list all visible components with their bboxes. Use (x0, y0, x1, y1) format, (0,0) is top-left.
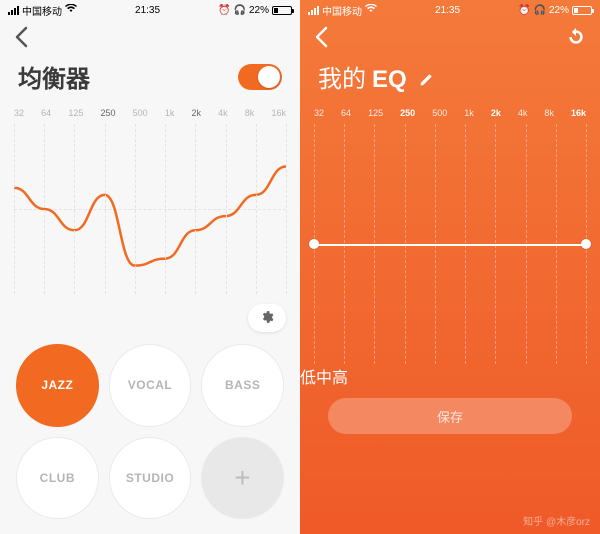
eq-handle[interactable] (581, 239, 591, 249)
back-button[interactable] (314, 26, 328, 53)
page-title: 我的 EQ (318, 59, 433, 94)
gear-icon (260, 310, 274, 327)
eq-chart[interactable] (314, 124, 586, 364)
signal-icon (308, 6, 319, 15)
alarm-icon: ⏰ (218, 5, 230, 16)
freq-label: 4k (218, 108, 228, 118)
settings-button[interactable] (248, 304, 286, 332)
grid-line (14, 124, 15, 294)
grid-line (344, 124, 345, 364)
freq-label: 8k (245, 108, 255, 118)
clock: 21:35 (135, 5, 160, 16)
freq-label: 8k (544, 108, 554, 118)
eq-handle[interactable] (309, 239, 319, 249)
grid-line (44, 124, 45, 294)
battery-pct: 22% (549, 5, 569, 16)
signal-icon (8, 6, 19, 15)
band-label: 中 (316, 370, 332, 387)
freq-label: 16k (571, 108, 586, 118)
add-preset-button[interactable]: + (201, 437, 284, 520)
grid-line (405, 124, 406, 364)
grid-line (165, 124, 166, 294)
band-label: 高 (332, 370, 348, 387)
freq-label: 250 (400, 108, 415, 118)
alarm-icon: ⏰ (518, 5, 530, 16)
freq-label: 2k (491, 108, 501, 118)
back-button[interactable] (14, 26, 28, 53)
preset-club[interactable]: CLUB (16, 437, 99, 520)
freq-label: 125 (368, 108, 383, 118)
wifi-icon (65, 4, 77, 16)
grid-line (556, 124, 557, 364)
freq-label: 500 (133, 108, 148, 118)
freq-label: 64 (341, 108, 351, 118)
eq-flat-line (314, 244, 586, 246)
freq-label: 500 (432, 108, 447, 118)
preset-grid: JAZZVOCALBASS CLUBSTUDIO+ (0, 338, 300, 529)
eq-toggle[interactable] (238, 64, 282, 90)
headphone-icon: 🎧 (234, 5, 246, 16)
grid-line (74, 124, 75, 294)
carrier: 中国移动 (322, 3, 362, 18)
freq-label: 64 (41, 108, 51, 118)
freq-labels: 32 64 125 250 500 1k 2k 4k 8k 16k (0, 108, 300, 118)
clock: 21:35 (435, 5, 460, 16)
preset-vocal[interactable]: VOCAL (109, 344, 192, 427)
freq-label: 16k (271, 108, 286, 118)
grid-line (526, 124, 527, 364)
preset-jazz[interactable]: JAZZ (16, 344, 99, 427)
grid-line (256, 124, 257, 294)
wifi-icon (365, 4, 377, 16)
grid-line (435, 124, 436, 364)
preset-studio[interactable]: STUDIO (109, 437, 192, 520)
watermark: 知乎 @木彦orz (523, 513, 590, 528)
save-button[interactable]: 保存 (328, 398, 572, 434)
grid-line (105, 124, 106, 294)
freq-label: 32 (314, 108, 324, 118)
headphone-icon: 🎧 (534, 5, 546, 16)
low-mid-high-labels: 低中高 (300, 364, 600, 388)
eq-chart[interactable] (14, 124, 286, 294)
grid-line (226, 124, 227, 294)
carrier: 中国移动 (22, 3, 62, 18)
page-title: 均衡器 (18, 59, 90, 94)
battery-pct: 22% (249, 5, 269, 16)
preset-bass[interactable]: BASS (201, 344, 284, 427)
status-bar: 中国移动 21:35 ⏰ 🎧 22% (300, 0, 600, 20)
battery-icon (572, 6, 592, 15)
grid-line (495, 124, 496, 364)
reset-button[interactable] (566, 27, 586, 53)
freq-label: 1k (165, 108, 175, 118)
grid-line (465, 124, 466, 364)
freq-label: 125 (68, 108, 83, 118)
edit-icon[interactable] (419, 73, 433, 90)
battery-icon (272, 6, 292, 15)
grid-line (195, 124, 196, 294)
grid-line (374, 124, 375, 364)
freq-label: 1k (464, 108, 474, 118)
freq-label: 4k (518, 108, 528, 118)
status-bar: 中国移动 21:35 ⏰ 🎧 22% (0, 0, 300, 20)
freq-label: 32 (14, 108, 24, 118)
grid-line (135, 124, 136, 294)
grid-line (286, 124, 287, 294)
freq-label: 2k (191, 108, 201, 118)
freq-labels: 32 64 125 250 500 1k 2k 4k 8k 16k (300, 108, 600, 118)
freq-label: 250 (100, 108, 115, 118)
band-label: 低 (300, 370, 316, 387)
